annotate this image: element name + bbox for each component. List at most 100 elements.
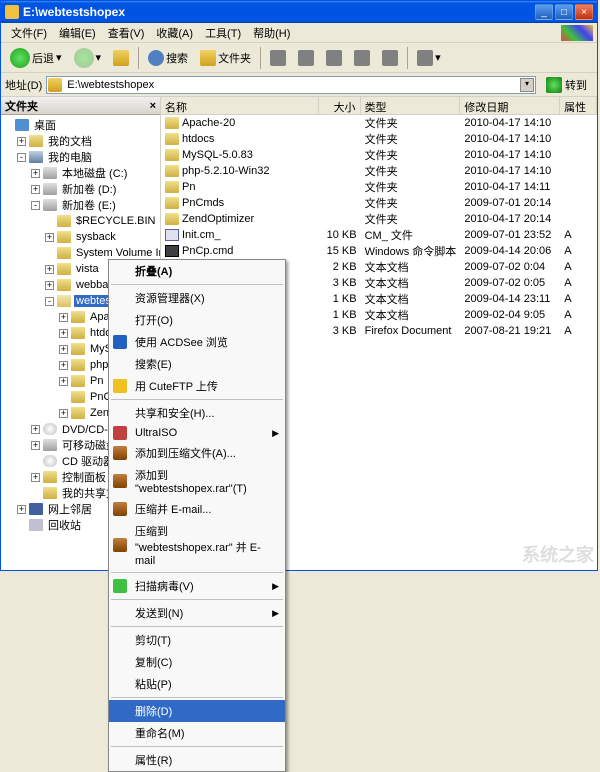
- expand-toggle[interactable]: +: [31, 473, 40, 482]
- tree-item-desktop[interactable]: 桌面: [1, 117, 160, 133]
- tree-item-drvC[interactable]: +本地磁盘 (C:): [1, 165, 160, 181]
- folder-icon: [5, 5, 19, 19]
- ctx-rename[interactable]: 重命名(M): [109, 722, 285, 744]
- col-size[interactable]: 大小: [319, 97, 360, 114]
- tree-item-drvD[interactable]: +新加卷 (D:): [1, 181, 160, 197]
- ctx-ultraiso[interactable]: UltraISO▶: [109, 424, 285, 442]
- ctx-acdsee[interactable]: 使用 ACDSee 浏览: [109, 331, 285, 353]
- ctx-cuteftp[interactable]: 用 CuteFTP 上传: [109, 375, 285, 397]
- separator: [111, 399, 283, 400]
- ctx-props[interactable]: 属性(R): [109, 749, 285, 771]
- ctx-sendto[interactable]: 发送到(N)▶: [109, 602, 285, 624]
- ctx-delete[interactable]: 删除(D): [109, 700, 285, 722]
- col-name[interactable]: 名称: [161, 97, 319, 114]
- expand-toggle[interactable]: +: [59, 313, 68, 322]
- search-button[interactable]: 搜索: [143, 47, 193, 69]
- expand-toggle[interactable]: -: [45, 297, 54, 306]
- menu-help[interactable]: 帮助(H): [247, 23, 296, 43]
- fld-icon: [57, 215, 71, 227]
- expand-toggle[interactable]: +: [59, 361, 68, 370]
- expand-toggle[interactable]: +: [59, 345, 68, 354]
- file-row[interactable]: Apache-20文件夹2010-04-17 14:10: [161, 115, 597, 131]
- ctx-cut[interactable]: 剪切(T): [109, 629, 285, 651]
- address-dropdown[interactable]: ▾: [520, 78, 534, 92]
- tree-item-mydocs[interactable]: +我的文档: [1, 133, 160, 149]
- file-date: 2009-07-02 0:05: [460, 277, 560, 289]
- expand-toggle[interactable]: +: [31, 185, 40, 194]
- tree-item-recycler[interactable]: $RECYCLE.BIN: [1, 213, 160, 229]
- expand-toggle[interactable]: +: [31, 441, 40, 450]
- expand-toggle[interactable]: +: [59, 409, 68, 418]
- menu-view[interactable]: 查看(V): [102, 23, 151, 43]
- ctx-scan[interactable]: 扫描病毒(V)▶: [109, 575, 285, 597]
- close-tree-button[interactable]: ×: [150, 100, 156, 112]
- file-row[interactable]: php-5.2.10-Win32文件夹2010-04-17 14:10: [161, 163, 597, 179]
- expand-toggle[interactable]: +: [59, 377, 68, 386]
- tree-item-mycomp[interactable]: -我的电脑: [1, 149, 160, 165]
- expand-toggle[interactable]: +: [31, 169, 40, 178]
- tree-item-sysback[interactable]: +sysback: [1, 229, 160, 245]
- expand-toggle[interactable]: +: [45, 233, 54, 242]
- back-button[interactable]: 后退▾: [5, 45, 67, 71]
- expand-toggle[interactable]: -: [17, 153, 26, 162]
- expand-toggle[interactable]: +: [31, 425, 40, 434]
- cd-icon: [43, 423, 57, 435]
- maximize-button[interactable]: □: [555, 4, 573, 20]
- ctx-open[interactable]: 打开(O): [109, 309, 285, 331]
- window-title: E:\webtestshopex: [23, 5, 535, 19]
- tree-label: 网上邻居: [46, 501, 94, 517]
- expand-toggle[interactable]: -: [31, 201, 40, 210]
- expand-toggle[interactable]: +: [17, 505, 26, 514]
- forward-button[interactable]: ▾: [69, 45, 107, 71]
- ctx-search[interactable]: 搜索(E): [109, 353, 285, 375]
- expand-toggle[interactable]: +: [45, 281, 54, 290]
- tree-item-drvE[interactable]: -新加卷 (E:): [1, 197, 160, 213]
- folders-button[interactable]: 文件夹: [195, 47, 256, 69]
- expand-toggle[interactable]: +: [17, 137, 26, 146]
- expand-toggle[interactable]: +: [45, 265, 54, 274]
- address-label: 地址(D): [5, 77, 42, 93]
- go-button[interactable]: 转到: [540, 75, 593, 95]
- minimize-button[interactable]: _: [535, 4, 553, 20]
- misc-icon: [270, 50, 286, 66]
- col-date[interactable]: 修改日期: [460, 97, 560, 114]
- go-arrow-icon: [546, 77, 562, 93]
- ctx-explorer[interactable]: 资源管理器(X): [109, 287, 285, 309]
- file-type: 文本文档: [361, 259, 461, 275]
- menu-favorites[interactable]: 收藏(A): [150, 23, 199, 43]
- ctx-emailrar[interactable]: 压缩到 "webtestshopex.rar" 并 E-mail: [109, 520, 285, 570]
- ctx-addrar[interactable]: 添加到 "webtestshopex.rar"(T): [109, 464, 285, 498]
- drv-icon: [43, 199, 57, 211]
- fld-icon: [71, 375, 85, 387]
- ctx-sharing[interactable]: 共享和安全(H)...: [109, 402, 285, 424]
- close-button[interactable]: ×: [575, 4, 593, 20]
- tool-button[interactable]: [293, 47, 319, 69]
- menu-file[interactable]: 文件(F): [5, 23, 53, 43]
- menu-edit[interactable]: 编辑(E): [53, 23, 102, 43]
- col-attr[interactable]: 属性: [560, 97, 597, 114]
- file-attr: A: [560, 229, 597, 241]
- col-type[interactable]: 类型: [361, 97, 461, 114]
- up-button[interactable]: [108, 47, 134, 69]
- ctx-paste[interactable]: 粘贴(P): [109, 673, 285, 695]
- ctx-emailarc[interactable]: 压缩并 E-mail...: [109, 498, 285, 520]
- ctx-collapse[interactable]: 折叠(A): [109, 260, 285, 282]
- tool-button[interactable]: [377, 47, 403, 69]
- titlebar[interactable]: E:\webtestshopex _ □ ×: [1, 1, 597, 23]
- menu-tools[interactable]: 工具(T): [199, 23, 247, 43]
- tool-button[interactable]: [321, 47, 347, 69]
- file-row[interactable]: MySQL-5.0.83文件夹2010-04-17 14:10: [161, 147, 597, 163]
- file-row[interactable]: Init.cm_10 KBCM_ 文件2009-07-01 23:52A: [161, 227, 597, 243]
- file-row[interactable]: Pn文件夹2010-04-17 14:11: [161, 179, 597, 195]
- views-button[interactable]: ▾: [412, 47, 446, 69]
- ctx-addarchive[interactable]: 添加到压缩文件(A)...: [109, 442, 285, 464]
- file-row[interactable]: PnCmds文件夹2009-07-01 20:14: [161, 195, 597, 211]
- file-row[interactable]: ZendOptimizer文件夹2010-04-17 20:14: [161, 211, 597, 227]
- tool-button[interactable]: [349, 47, 375, 69]
- file-row[interactable]: PnCp.cmd15 KBWindows 命令脚本2009-04-14 20:0…: [161, 243, 597, 259]
- address-input[interactable]: [46, 76, 536, 94]
- tool-button[interactable]: [265, 47, 291, 69]
- file-row[interactable]: htdocs文件夹2010-04-17 14:10: [161, 131, 597, 147]
- expand-toggle[interactable]: +: [59, 329, 68, 338]
- ctx-copy[interactable]: 复制(C): [109, 651, 285, 673]
